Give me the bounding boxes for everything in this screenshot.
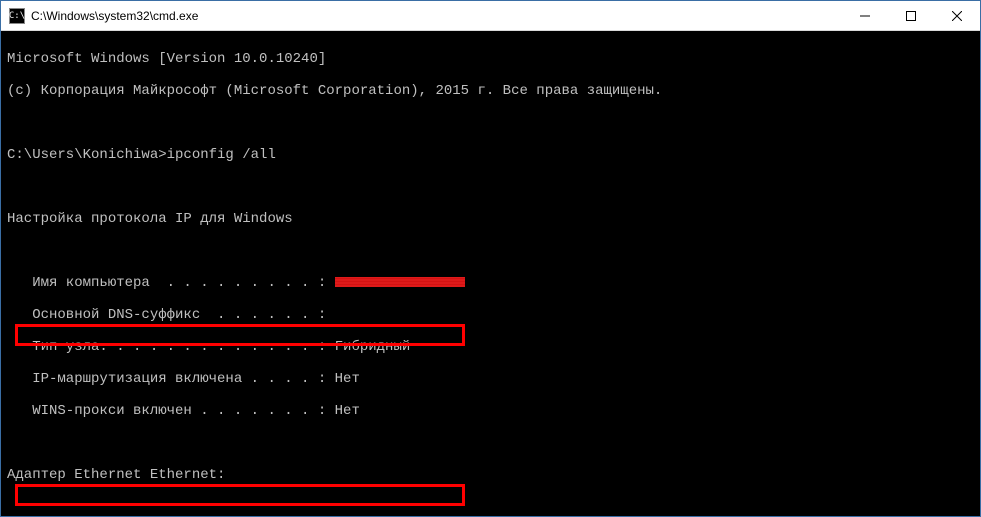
node-type-line: Тип узла. . . . . . . . . . . . . : Гибр…	[7, 339, 974, 355]
version-line: Microsoft Windows [Version 10.0.10240]	[7, 51, 974, 67]
host-name-line: Имя компьютера . . . . . . . . . :	[7, 275, 974, 291]
window-titlebar: C:\ C:\Windows\system32\cmd.exe	[1, 1, 980, 31]
cmd-icon: C:\	[9, 8, 25, 24]
maximize-button[interactable]	[888, 1, 934, 31]
ethernet-adapter-header: Адаптер Ethernet Ethernet:	[7, 467, 974, 483]
blank-line	[7, 179, 974, 195]
prompt-line: C:\Users\Konichiwa>ipconfig /all	[7, 147, 974, 163]
blank-line	[7, 499, 974, 515]
redacted-hostname	[335, 277, 465, 287]
blank-line	[7, 435, 974, 451]
console-area-wrap: Microsoft Windows [Version 10.0.10240] (…	[1, 31, 980, 516]
wins-proxy-line: WINS-прокси включен . . . . . . . : Нет	[7, 403, 974, 419]
blank-line	[7, 243, 974, 259]
primary-dns-suffix-line: Основной DNS-суффикс . . . . . . :	[7, 307, 974, 323]
host-name-label: Имя компьютера . . . . . . . . . :	[7, 275, 335, 291]
console-output[interactable]: Microsoft Windows [Version 10.0.10240] (…	[1, 31, 980, 516]
close-button[interactable]	[934, 1, 980, 31]
blank-line	[7, 115, 974, 131]
window-title: C:\Windows\system32\cmd.exe	[31, 9, 842, 23]
ip-routing-line: IP-маршрутизация включена . . . . : Нет	[7, 371, 974, 387]
minimize-button[interactable]	[842, 1, 888, 31]
copyright-line: (с) Корпорация Майкрософт (Microsoft Cor…	[7, 83, 974, 99]
ipconfig-header: Настройка протокола IP для Windows	[7, 211, 974, 227]
